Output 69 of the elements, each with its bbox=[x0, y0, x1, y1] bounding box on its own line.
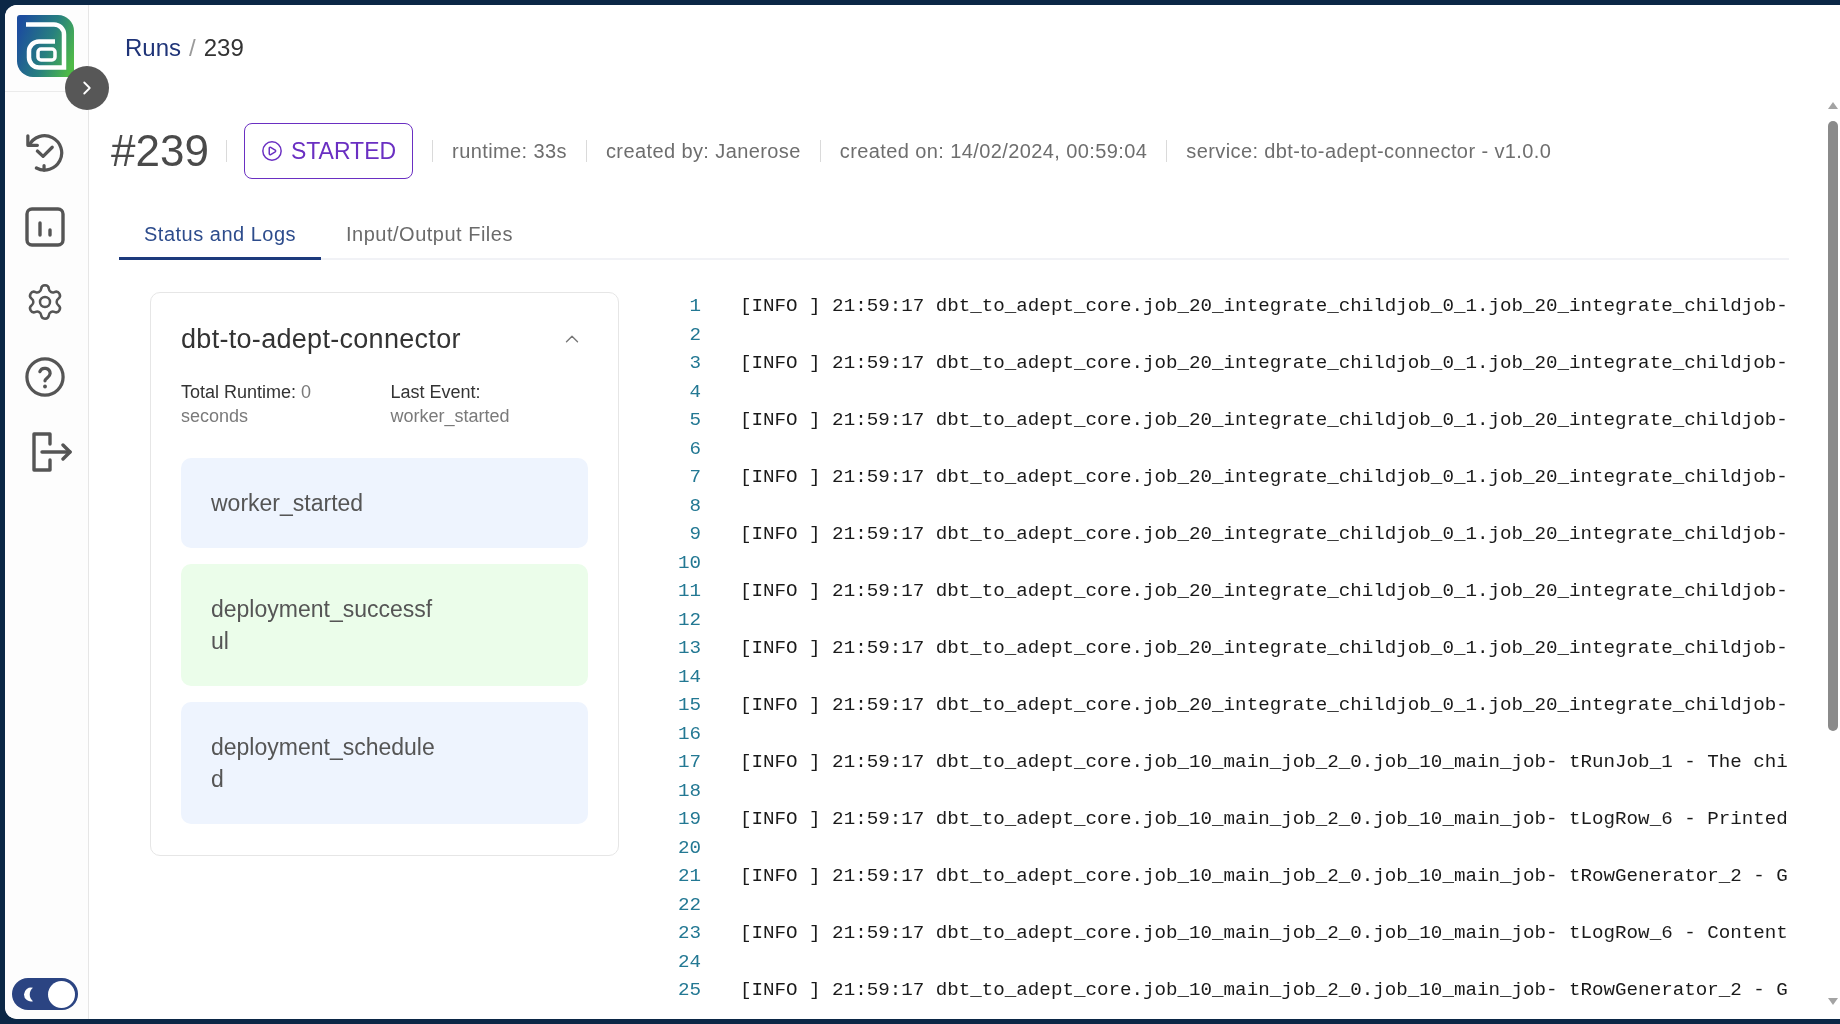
run-meta: created on: 14/02/2024, 00:59:04 bbox=[839, 139, 1148, 163]
line-number: 21 bbox=[676, 865, 701, 888]
status-badge: STARTED bbox=[243, 123, 414, 179]
reports-nav-button[interactable] bbox=[25, 207, 65, 247]
line-number: 17 bbox=[676, 751, 701, 774]
log-line: [INFO ] 21:59:17 dbt_to_adept_core.job_20_integrate_childjob_0_1.job_20_integrate_childjob- bbox=[740, 409, 1788, 432]
line-number: 2 bbox=[688, 323, 701, 346]
line-number: 20 bbox=[676, 836, 701, 859]
line-number: 24 bbox=[676, 950, 701, 973]
line-number: 13 bbox=[676, 637, 701, 660]
line-number: 7 bbox=[688, 466, 701, 489]
app-logo bbox=[17, 15, 74, 77]
line-number: 14 bbox=[676, 665, 701, 688]
line-number: 1 bbox=[688, 295, 701, 318]
breadcrumb-current: 239 bbox=[203, 33, 244, 62]
stat-text: Last Event: worker_started bbox=[390, 381, 511, 428]
stat-text: Total Runtime: 0 seconds bbox=[181, 381, 313, 428]
line-number: 6 bbox=[688, 437, 701, 460]
expand-sidebar-button[interactable] bbox=[65, 66, 109, 110]
theme-toggle[interactable] bbox=[12, 978, 78, 1010]
log-line: [INFO ] 21:59:17 dbt_to_adept_core.job_20_integrate_childjob_0_1.job_20_integrate_childjob- bbox=[740, 523, 1788, 546]
card-title: dbt-to-adept-connector bbox=[181, 323, 461, 355]
line-number: 22 bbox=[676, 893, 701, 916]
event-label: deployment_successful bbox=[211, 595, 434, 656]
tab[interactable]: Input/Output Files bbox=[321, 212, 538, 260]
log-line: [INFO ] 21:59:17 dbt_to_adept_core.job_10_main_job_2_0.job_10_main_job- tLogRow_6 - Content bbox=[740, 922, 1788, 945]
log-line: [INFO ] 21:59:17 dbt_to_adept_core.job_10_main_job_2_0.job_10_main_job- tRowGenerator_2 - G bbox=[740, 865, 1788, 888]
breadcrumb-link[interactable]: Runs bbox=[125, 33, 182, 62]
log-line: [INFO ] 21:59:17 dbt_to_adept_core.job_10_main_job_2_0.job_10_main_job- tLogRow_6 - Printed bbox=[740, 808, 1788, 831]
log-line: [INFO ] 21:59:17 dbt_to_adept_core.job_20_integrate_childjob_0_1.job_20_integrate_childjob- bbox=[740, 466, 1788, 489]
clock-check-icon bbox=[25, 132, 65, 172]
line-number: 3 bbox=[688, 352, 701, 375]
line-number: 4 bbox=[688, 380, 701, 403]
log-line: [INFO ] 21:59:17 dbt_to_adept_core.job_20_integrate_childjob_0_1.job_20_integrate_childjob- bbox=[740, 637, 1788, 660]
scrollbar-thumb[interactable] bbox=[1828, 121, 1838, 731]
line-number: 15 bbox=[676, 694, 701, 717]
log-line: [INFO ] 21:59:17 dbt_to_adept_core.job_20_integrate_childjob_0_1.job_20_integrate_childjob- bbox=[740, 352, 1788, 375]
chart-icon bbox=[25, 207, 65, 247]
moon-icon bbox=[23, 986, 34, 1002]
tab[interactable]: Status and Logs bbox=[119, 212, 322, 260]
logout-icon bbox=[32, 432, 72, 472]
run-number: #239 bbox=[111, 129, 209, 173]
run-meta: runtime: 33s bbox=[452, 139, 567, 163]
play-circle-icon bbox=[260, 140, 283, 162]
logout-nav-button[interactable] bbox=[32, 432, 72, 472]
help-icon bbox=[25, 357, 65, 397]
run-meta: service: dbt-to-adept-connector - v1.0.0 bbox=[1186, 139, 1552, 163]
log-line: [INFO ] 21:59:17 dbt_to_adept_core.job_10_main_job_2_0.job_10_main_job- tRowGenerator_2 - G bbox=[740, 979, 1788, 1002]
line-number: 23 bbox=[676, 922, 701, 945]
log-line: [INFO ] 21:59:17 dbt_to_adept_core.job_20_integrate_childjob_0_1.job_20_integrate_childjob- bbox=[740, 580, 1788, 603]
run-meta: created by: Janerose bbox=[605, 139, 801, 163]
log-line: [INFO ] 21:59:17 dbt_to_adept_core.job_20_integrate_childjob_0_1.job_20_integrate_childjob- bbox=[740, 295, 1788, 318]
line-number: 12 bbox=[676, 608, 701, 631]
line-number: 16 bbox=[676, 722, 701, 745]
line-number: 9 bbox=[688, 523, 701, 546]
line-number: 5 bbox=[688, 409, 701, 432]
line-number: 19 bbox=[676, 808, 701, 831]
event-label: deployment_scheduled bbox=[211, 733, 436, 794]
history-nav-button[interactable] bbox=[25, 132, 65, 172]
line-number: 8 bbox=[688, 494, 701, 517]
breadcrumb-separator: / bbox=[189, 33, 196, 62]
help-nav-button[interactable] bbox=[25, 357, 65, 397]
line-number: 10 bbox=[676, 551, 701, 574]
log-line: [INFO ] 21:59:17 dbt_to_adept_core.job_10_main_job_2_0.job_10_main_job- tRunJob_1 - The chi bbox=[740, 751, 1788, 774]
line-number: 25 bbox=[676, 979, 701, 1002]
event-label: worker_started bbox=[211, 489, 365, 518]
log-line: [INFO ] 21:59:17 dbt_to_adept_core.job_20_integrate_childjob_0_1.job_20_integrate_childjob- bbox=[740, 694, 1788, 717]
line-number: 11 bbox=[676, 580, 701, 603]
line-number: 18 bbox=[676, 779, 701, 802]
